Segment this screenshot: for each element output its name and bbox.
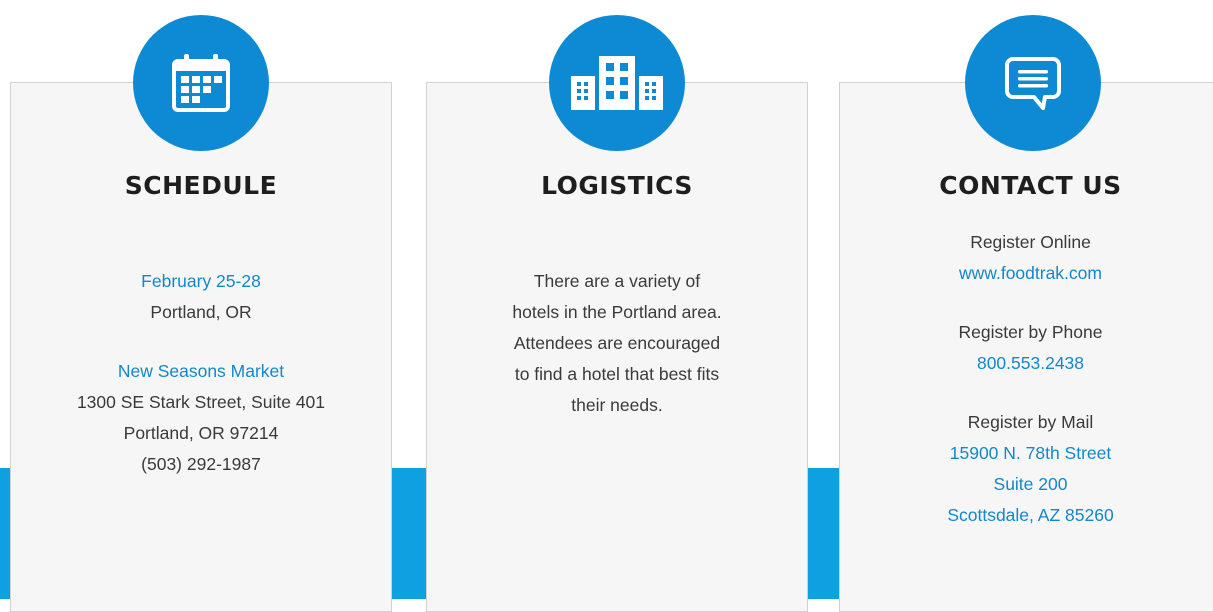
contact-title: CONTACT US xyxy=(939,171,1122,200)
logistics-text-line: Attendees are encouraged xyxy=(513,333,721,353)
logistics-text-line: There are a variety of xyxy=(533,271,701,291)
phone-link[interactable]: 800.553.2438 xyxy=(840,348,1213,379)
logistics-card: LOGISTICS There are a variety of hotels … xyxy=(426,15,808,612)
event-city: Portland, OR xyxy=(150,302,252,322)
website-link[interactable]: www.foodtrak.com xyxy=(840,258,1213,289)
venue-street: 1300 SE Stark Street, Suite 401 xyxy=(76,392,326,412)
contact-icon-circle xyxy=(964,15,1101,151)
schedule-card: SCHEDULE February 25-28 Portland, OR New… xyxy=(10,15,392,612)
mail-address-line[interactable]: Scottsdale, AZ 85260 xyxy=(840,500,1213,531)
buildings-icon xyxy=(571,56,663,110)
contact-card: CONTACT US Register Online www.foodtrak.… xyxy=(839,15,1213,612)
logistics-title: LOGISTICS xyxy=(541,171,693,200)
event-dates-link[interactable]: February 25-28 xyxy=(11,266,391,297)
logistics-text-line: their needs. xyxy=(571,395,663,415)
logistics-text-line: hotels in the Portland area. xyxy=(512,302,722,322)
register-mail-label: Register by Mail xyxy=(967,412,1094,432)
calendar-icon xyxy=(172,54,230,112)
schedule-title: SCHEDULE xyxy=(124,171,278,200)
schedule-body: February 25-28 Portland, OR New Seasons … xyxy=(11,266,391,480)
logistics-icon-circle xyxy=(549,15,685,151)
mail-address-line[interactable]: Suite 200 xyxy=(840,469,1213,500)
register-online-label: Register Online xyxy=(970,232,1091,252)
schedule-icon-circle xyxy=(133,15,269,151)
venue-phone: (503) 292-1987 xyxy=(141,454,261,474)
contact-body: Register Online www.foodtrak.com Registe… xyxy=(840,227,1213,531)
logistics-text-line: to find a hotel that best fits xyxy=(514,364,720,384)
logistics-body: There are a variety of hotels in the Por… xyxy=(427,266,807,421)
venue-city: Portland, OR 97214 xyxy=(123,423,279,443)
mail-address-line[interactable]: 15900 N. 78th Street xyxy=(840,438,1213,469)
venue-name-link[interactable]: New Seasons Market xyxy=(11,356,391,387)
chat-bubble-icon xyxy=(1004,57,1061,110)
register-phone-label: Register by Phone xyxy=(958,322,1103,342)
